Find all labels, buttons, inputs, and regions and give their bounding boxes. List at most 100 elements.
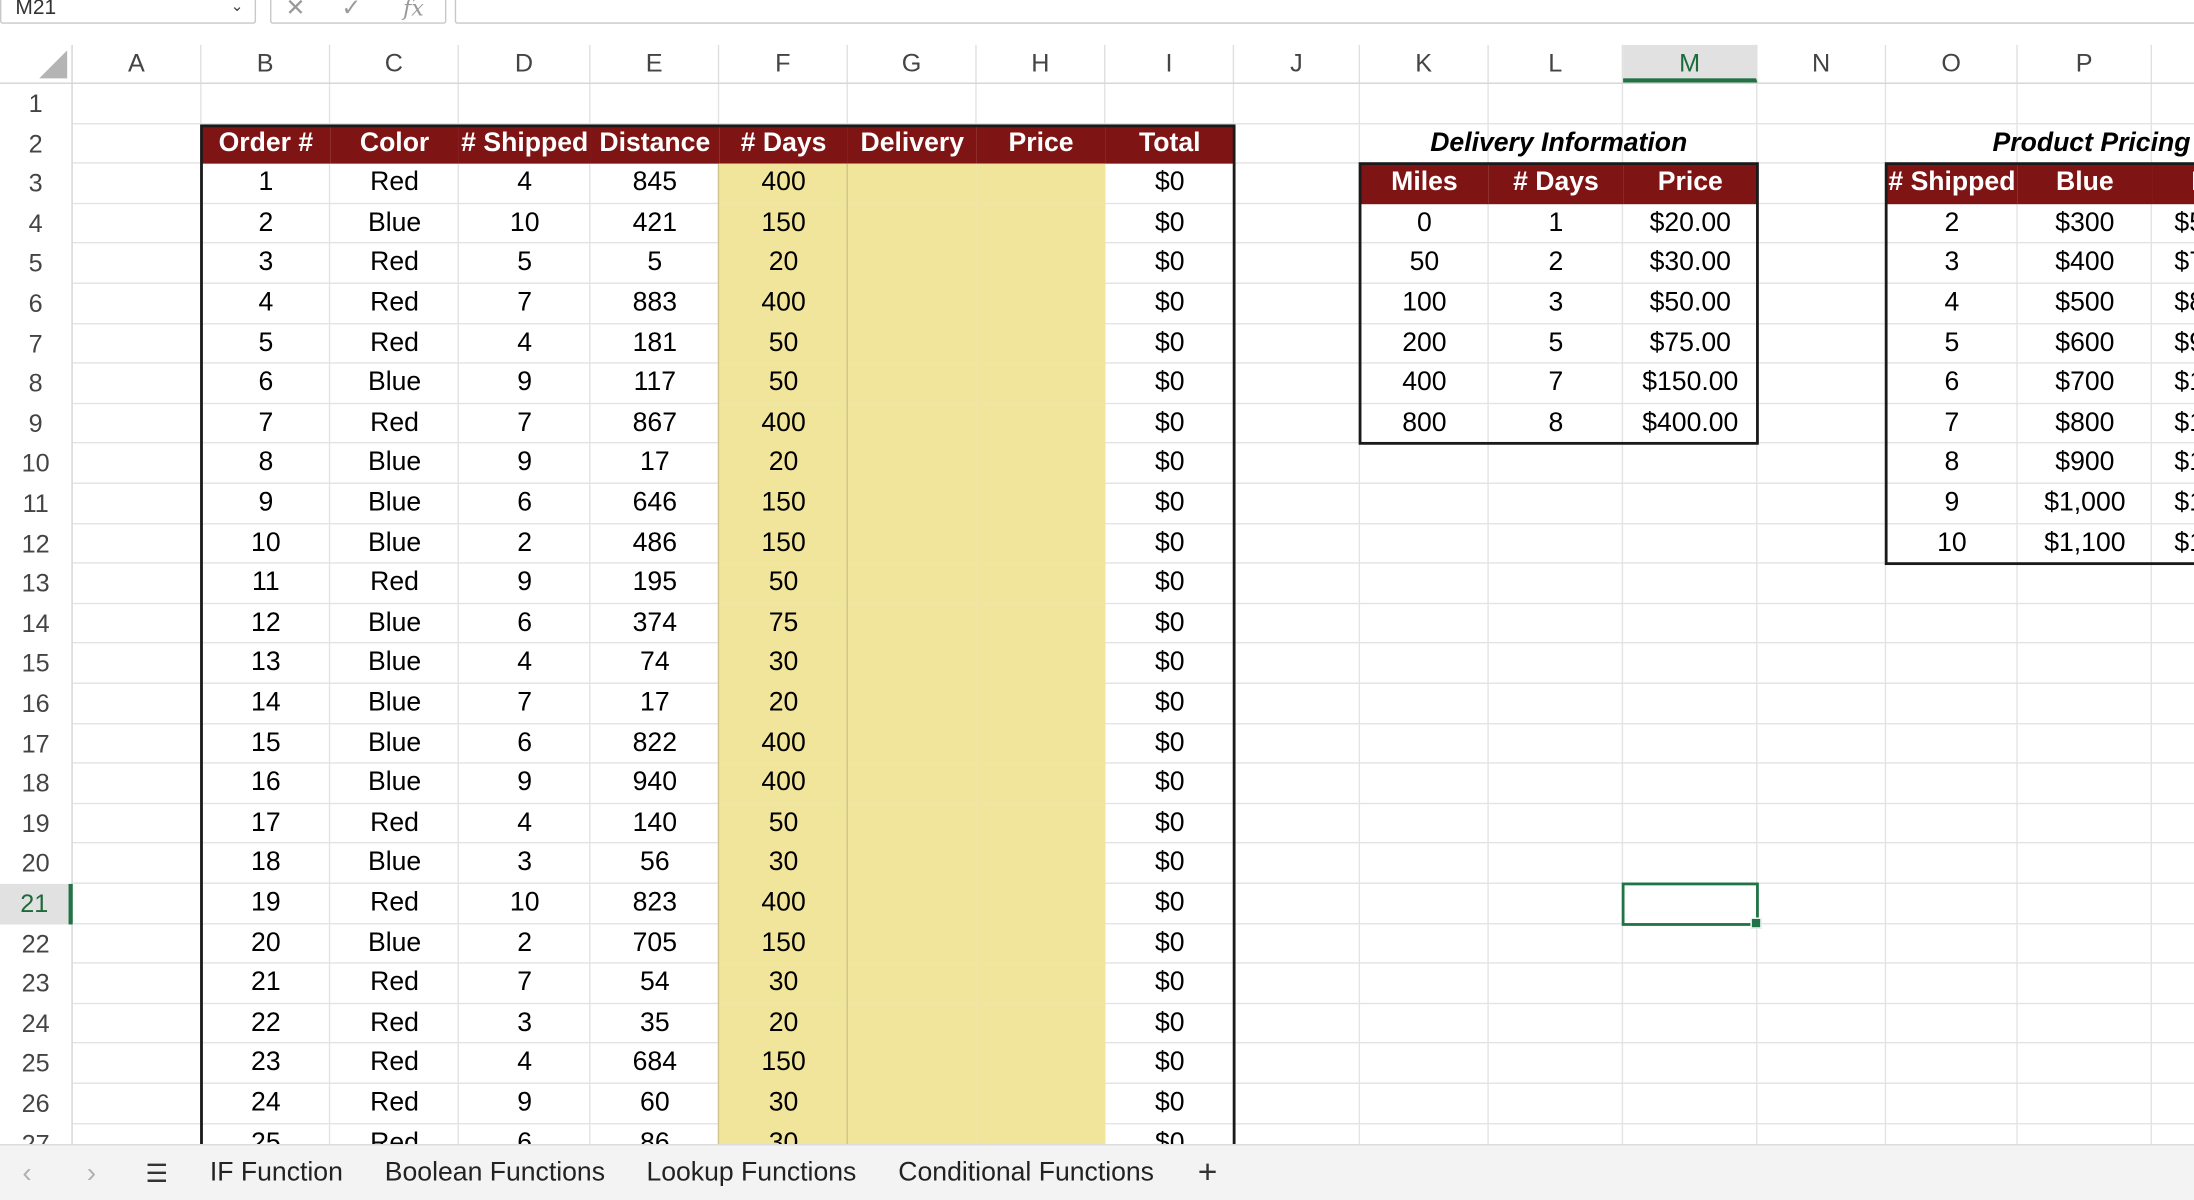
orders-cell[interactable]: Red [330, 804, 459, 844]
column-header-m[interactable]: M [1623, 44, 1758, 83]
delivery-cell[interactable]: 3 [1489, 284, 1623, 324]
orders-cell[interactable]: 1 [201, 164, 330, 204]
pricing-cell[interactable]: $1,000 [2152, 364, 2194, 404]
orders-cell[interactable]: 374 [590, 604, 719, 644]
orders-cell[interactable]: 3 [201, 244, 330, 284]
orders-cell[interactable] [976, 763, 1106, 804]
pricing-cell[interactable]: $900 [2152, 324, 2194, 364]
orders-cell[interactable]: 400 [719, 883, 848, 924]
orders-cell[interactable]: Red [330, 1084, 459, 1124]
orders-header-cell[interactable]: # Days [719, 123, 848, 164]
orders-cell[interactable]: 9 [459, 364, 591, 404]
orders-cell[interactable] [847, 1123, 977, 1145]
pricing-header-cell[interactable]: # Shipped [1886, 163, 2018, 204]
pricing-cell[interactable]: 5 [1886, 324, 2018, 364]
pricing-cell[interactable]: 9 [1886, 484, 2018, 524]
next-sheet-button[interactable]: › [87, 1145, 96, 1200]
orders-cell[interactable]: 17 [201, 804, 330, 844]
delivery-cell[interactable]: $20.00 [1623, 204, 1757, 244]
orders-cell[interactable] [847, 963, 977, 1004]
orders-cell[interactable] [847, 363, 977, 404]
orders-cell[interactable]: Red [330, 404, 459, 444]
orders-cell[interactable]: 50 [719, 363, 848, 404]
tab-if-function[interactable]: IF Function [210, 1145, 343, 1200]
sheet-list-button[interactable]: ☰ [146, 1145, 169, 1200]
delivery-cell[interactable]: 7 [1489, 364, 1623, 404]
row-header-17[interactable]: 17 [0, 723, 73, 764]
chevron-down-icon[interactable]: ⌄ [231, 0, 244, 25]
row-header-7[interactable]: 7 [0, 323, 73, 364]
orders-cell[interactable]: 845 [590, 164, 719, 204]
orders-cell[interactable]: 75 [719, 603, 848, 644]
orders-cell[interactable] [976, 363, 1106, 404]
orders-cell[interactable]: 21 [201, 964, 330, 1004]
row-header-9[interactable]: 9 [0, 403, 73, 444]
orders-cell[interactable]: 17 [590, 684, 719, 724]
pricing-header-cell[interactable]: Blue [2017, 163, 2153, 204]
add-sheet-button[interactable]: + [1198, 1145, 1218, 1200]
delivery-cell[interactable]: $75.00 [1623, 324, 1757, 364]
column-header-a[interactable]: A [73, 44, 202, 83]
column-header-l[interactable]: L [1489, 44, 1624, 83]
delivery-cell[interactable]: 5 [1489, 324, 1623, 364]
delivery-cell[interactable]: 100 [1360, 284, 1489, 324]
pricing-cell[interactable]: $700 [2018, 364, 2152, 404]
row-header-24[interactable]: 24 [0, 1003, 73, 1044]
orders-cell[interactable] [847, 1003, 977, 1044]
pricing-cell[interactable]: $400 [2018, 244, 2152, 284]
orders-cell[interactable]: 30 [719, 963, 848, 1004]
orders-cell[interactable] [976, 483, 1106, 524]
orders-cell[interactable]: 140 [590, 804, 719, 844]
orders-cell[interactable]: 74 [590, 644, 719, 684]
orders-cell[interactable]: $0 [1105, 564, 1234, 604]
confirm-icon[interactable]: ✓ [341, 0, 361, 25]
orders-cell[interactable]: Blue [330, 364, 459, 404]
orders-cell[interactable]: Blue [330, 924, 459, 964]
row-header-14[interactable]: 14 [0, 603, 73, 644]
orders-cell[interactable]: $0 [1105, 724, 1234, 764]
pricing-cell[interactable]: $900 [2018, 444, 2152, 484]
orders-cell[interactable]: Red [330, 164, 459, 204]
delivery-cell[interactable]: 8 [1489, 404, 1623, 444]
delivery-header-cell[interactable]: Price [1623, 163, 1758, 204]
orders-cell[interactable] [976, 963, 1106, 1004]
orders-cell[interactable]: $0 [1105, 204, 1234, 244]
row-header-23[interactable]: 23 [0, 963, 73, 1004]
orders-cell[interactable]: 7 [459, 964, 591, 1004]
orders-cell[interactable] [976, 283, 1106, 324]
column-header-p[interactable]: P [2018, 44, 2153, 83]
row-header-22[interactable]: 22 [0, 923, 73, 964]
orders-cell[interactable]: $0 [1105, 364, 1234, 404]
orders-cell[interactable]: Red [330, 324, 459, 364]
orders-cell[interactable] [847, 843, 977, 884]
orders-cell[interactable]: 20 [201, 924, 330, 964]
orders-header-cell[interactable]: Total [1105, 123, 1235, 164]
row-header-4[interactable]: 4 [0, 203, 73, 244]
orders-cell[interactable]: Blue [330, 684, 459, 724]
orders-cell[interactable] [847, 763, 977, 804]
pricing-cell[interactable]: $600 [2018, 324, 2152, 364]
orders-cell[interactable]: 4 [459, 804, 591, 844]
select-all-button[interactable] [0, 44, 73, 83]
orders-cell[interactable] [847, 803, 977, 844]
orders-cell[interactable]: Blue [330, 764, 459, 804]
orders-cell[interactable]: 12 [201, 604, 330, 644]
orders-cell[interactable]: 2 [201, 204, 330, 244]
pricing-cell[interactable]: 7 [1886, 404, 2018, 444]
orders-cell[interactable] [976, 643, 1106, 684]
orders-cell[interactable]: 18 [201, 844, 330, 884]
orders-cell[interactable]: Red [330, 884, 459, 924]
orders-cell[interactable]: $0 [1105, 324, 1234, 364]
orders-cell[interactable]: 3 [459, 844, 591, 884]
orders-cell[interactable]: Blue [330, 484, 459, 524]
orders-cell[interactable]: 9 [459, 444, 591, 484]
orders-cell[interactable]: 20 [719, 683, 848, 724]
orders-cell[interactable] [847, 243, 977, 284]
orders-cell[interactable]: 10 [201, 524, 330, 564]
orders-cell[interactable]: $0 [1105, 924, 1234, 964]
orders-cell[interactable]: 684 [590, 1044, 719, 1084]
pricing-cell[interactable]: $500 [2018, 284, 2152, 324]
row-header-13[interactable]: 13 [0, 563, 73, 604]
delivery-cell[interactable]: $400.00 [1623, 404, 1757, 444]
row-header-27[interactable]: 27 [0, 1123, 73, 1145]
